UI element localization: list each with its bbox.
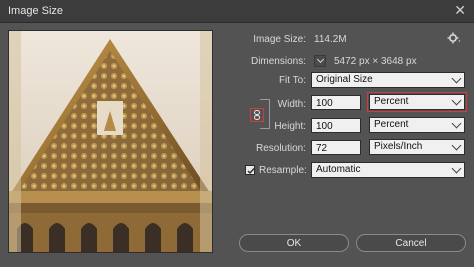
height-input[interactable]: 100 [311,118,361,133]
width-input[interactable]: 100 [311,95,361,110]
chevron-down-icon [451,118,462,129]
image-size-label: Image Size: [253,34,306,45]
dimensions-label: Dimensions: [250,56,306,67]
resolution-label: Resolution: [255,143,306,154]
dimensions-dropdown-toggle[interactable] [314,55,326,67]
chevron-down-icon [451,140,462,151]
cancel-button[interactable]: Cancel [356,234,466,252]
resample-checkbox[interactable] [245,165,255,175]
resample-method-select[interactable]: Automatic [311,162,465,178]
chevron-down-icon [451,163,462,174]
resample-label: Resample: [259,165,307,176]
height-unit-value: Percent [374,119,409,130]
constrain-proportions-toggle[interactable] [250,108,264,122]
height-unit-select[interactable]: Percent [369,117,465,133]
fit-to-label: Fit To: [278,75,306,86]
chevron-down-icon [451,73,462,84]
image-size-value: 114.2M [314,34,347,45]
fit-to-select[interactable]: Original Size [311,72,465,88]
width-unit-value: Percent [374,96,409,107]
ok-button[interactable]: OK [239,234,349,252]
height-label: Height: [274,121,306,132]
temple-image [9,31,212,252]
window-title: Image Size [8,5,64,17]
gear-icon[interactable] [447,31,461,45]
resolution-unit-value: Pixels/Inch [374,141,423,152]
checkmark-icon [247,168,255,175]
close-icon[interactable]: ✕ [454,2,466,19]
chevron-down-icon [451,95,462,106]
image-preview [8,30,213,253]
fit-to-value: Original Size [316,74,373,85]
dimensions-value: 5472 px × 3648 px [334,56,417,67]
resample-method-value: Automatic [316,164,361,175]
resolution-unit-select[interactable]: Pixels/Inch [369,139,465,155]
resolution-input[interactable]: 72 [311,140,361,155]
link-icon [254,110,260,120]
title-bar: Image Size ✕ [0,0,474,23]
width-unit-select[interactable]: Percent [367,92,467,112]
chevron-down-icon [316,55,325,64]
